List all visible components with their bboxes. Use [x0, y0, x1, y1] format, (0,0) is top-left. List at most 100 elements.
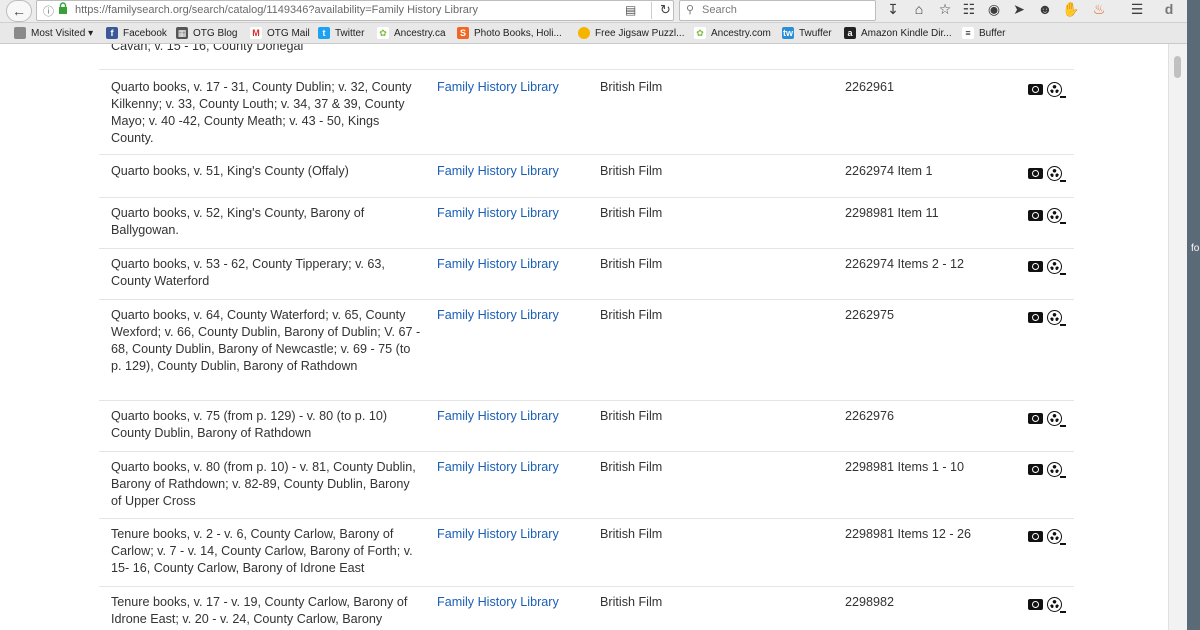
ancestry-icon: ✿ [694, 27, 706, 39]
film-actions [1028, 310, 1068, 326]
bookmark-buffer[interactable]: ≡ Buffer [962, 26, 1006, 40]
download-icon[interactable]: ↧ [884, 1, 902, 18]
bookmark-otg-mail[interactable]: M OTG Mail [250, 26, 310, 40]
bookmark-twitter[interactable]: t Twitter [318, 26, 364, 40]
camera-icon[interactable] [1028, 413, 1043, 424]
reload-icon[interactable]: ↻ [651, 2, 671, 19]
search-placeholder: Search [702, 4, 737, 16]
bookmark-otg-blog[interactable]: ▦ OTG Blog [176, 26, 237, 40]
chat-icon[interactable]: ☻ [1036, 1, 1054, 17]
film-format: British Film [600, 206, 663, 220]
facebook-icon: f [106, 27, 118, 39]
film-title: Quarto books, v. 17 - 31, County Dublin;… [111, 80, 412, 145]
gmail-icon: M [250, 27, 262, 39]
film-number: 2262961 [845, 80, 895, 94]
reader-view-icon[interactable]: ▤ [625, 3, 636, 17]
film-reel-icon[interactable] [1047, 597, 1066, 613]
camera-icon[interactable] [1028, 84, 1043, 95]
repository-link[interactable]: Family History Library [437, 256, 559, 273]
film-reel-icon[interactable] [1047, 259, 1066, 275]
film-actions [1028, 259, 1068, 275]
clipboard-icon[interactable]: ☷ [960, 1, 978, 18]
menu-icon[interactable]: ☰ [1128, 1, 1146, 18]
camera-icon[interactable] [1028, 599, 1043, 610]
bookmark-facebook[interactable]: f Facebook [106, 26, 167, 40]
send-icon[interactable]: ➤ [1010, 1, 1028, 18]
pocket-icon[interactable]: ◉ [985, 1, 1003, 18]
repository-link[interactable]: Family History Library [437, 79, 559, 96]
bookmark-amazon-kindle[interactable]: a Amazon Kindle Dir... [844, 26, 952, 40]
film-reel-icon[interactable] [1047, 411, 1066, 427]
repository-link[interactable]: Family History Library [437, 307, 559, 324]
film-title: Quarto books, v. 80 (from p. 10) - v. 81… [111, 460, 416, 508]
film-reel-icon[interactable] [1047, 529, 1066, 545]
film-title: Quarto books, v. 53 - 62, County Tippera… [111, 257, 385, 288]
home-icon[interactable]: ⌂ [910, 1, 928, 17]
camera-icon[interactable] [1028, 531, 1043, 542]
repository-link[interactable]: Family History Library [437, 526, 559, 543]
film-reel-icon[interactable] [1047, 462, 1066, 478]
search-bar[interactable]: ⚲ Search [679, 0, 876, 21]
camera-icon[interactable] [1028, 312, 1043, 323]
buffer-icon: ≡ [962, 27, 974, 39]
blogger-icon: ▦ [176, 27, 188, 39]
film-number: 2298981 Items 1 - 10 [845, 460, 965, 474]
film-number: 2262976 [845, 409, 895, 423]
shutterfly-icon: S [457, 27, 469, 39]
film-title: Tenure books, v. 17 - v. 19, County Carl… [111, 595, 408, 626]
repository-link[interactable]: Family History Library [437, 594, 559, 611]
lock-icon [59, 2, 67, 14]
camera-icon[interactable] [1028, 210, 1043, 221]
browser-toolbar: ← ⓘ https://familysearch.org/search/cata… [0, 0, 1200, 23]
bookmarks-bar: Most Visited ▾ f Facebook ▦ OTG Blog M OTG … [0, 23, 1200, 44]
twitter-icon: t [318, 27, 330, 39]
flame-icon[interactable]: ♨ [1090, 1, 1108, 18]
table-row: Quarto books, v. 64, County Waterford; v… [99, 300, 1074, 401]
url-bar[interactable]: ⓘ https://familysearch.org/search/catalo… [36, 0, 674, 21]
bookmark-star-icon[interactable]: ☆ [936, 1, 954, 18]
film-title: Quarto books, v. 52, King's County, Baro… [111, 206, 365, 237]
bookmark-photo-books[interactable]: S Photo Books, Holi... [457, 26, 562, 40]
table-row: Quarto books, v. 75 (from p. 129) - v. 8… [99, 401, 1074, 452]
film-title: Tenure books, v. 2 - v. 6, County Carlow… [111, 527, 413, 575]
camera-icon[interactable] [1028, 261, 1043, 272]
table-row: Cavan; v. 15 - 16, County Donegal [99, 44, 1074, 70]
repository-link[interactable]: Family History Library [437, 205, 559, 222]
bookmark-most-visited[interactable]: Most Visited ▾ [14, 26, 93, 40]
bookmark-ancestry-com[interactable]: ✿ Ancestry.com [694, 26, 771, 40]
film-number: 2298982 [845, 595, 895, 609]
search-icon: ⚲ [686, 4, 695, 16]
repository-link[interactable]: Family History Library [437, 459, 559, 476]
film-reel-icon[interactable] [1047, 310, 1066, 326]
table-row: Quarto books, v. 51, King's County (Offa… [99, 155, 1074, 198]
background-window-edge [1187, 0, 1200, 630]
back-button[interactable]: ← [6, 0, 32, 22]
film-number: 2298981 Item 11 [845, 206, 939, 220]
film-reel-icon[interactable] [1047, 166, 1066, 182]
scrollbar-thumb[interactable] [1174, 56, 1181, 78]
repository-link[interactable]: Family History Library [437, 163, 559, 180]
d-icon[interactable]: d [1160, 1, 1178, 17]
ancestry-icon: ✿ [377, 27, 389, 39]
film-format: British Film [600, 80, 663, 94]
camera-icon[interactable] [1028, 168, 1043, 179]
url-text[interactable]: https://familysearch.org/search/catalog/… [75, 4, 478, 16]
amazon-icon: a [844, 27, 856, 39]
film-title: Quarto books, v. 64, County Waterford; v… [111, 308, 421, 373]
bookmark-jigsaw[interactable]: Free Jigsaw Puzzl... [578, 26, 684, 40]
film-reel-icon[interactable] [1047, 82, 1066, 98]
film-number: 2298981 Items 12 - 26 [845, 527, 972, 541]
film-title: Cavan; v. 15 - 16, County Donegal [111, 44, 304, 53]
hand-icon[interactable]: ✋ [1062, 1, 1080, 18]
camera-icon[interactable] [1028, 464, 1043, 475]
vertical-scrollbar[interactable] [1168, 44, 1187, 630]
film-actions [1028, 462, 1068, 478]
bookmark-twuffer[interactable]: tw Twuffer [782, 26, 832, 40]
repository-link[interactable]: Family History Library [437, 408, 559, 425]
film-format: British Film [600, 308, 663, 322]
film-reel-icon[interactable] [1047, 208, 1066, 224]
table-row: Quarto books, v. 53 - 62, County Tippera… [99, 249, 1074, 300]
film-actions [1028, 208, 1068, 224]
bookmark-ancestry-ca[interactable]: ✿ Ancestry.ca [377, 26, 446, 40]
info-icon[interactable]: ⓘ [43, 3, 54, 19]
